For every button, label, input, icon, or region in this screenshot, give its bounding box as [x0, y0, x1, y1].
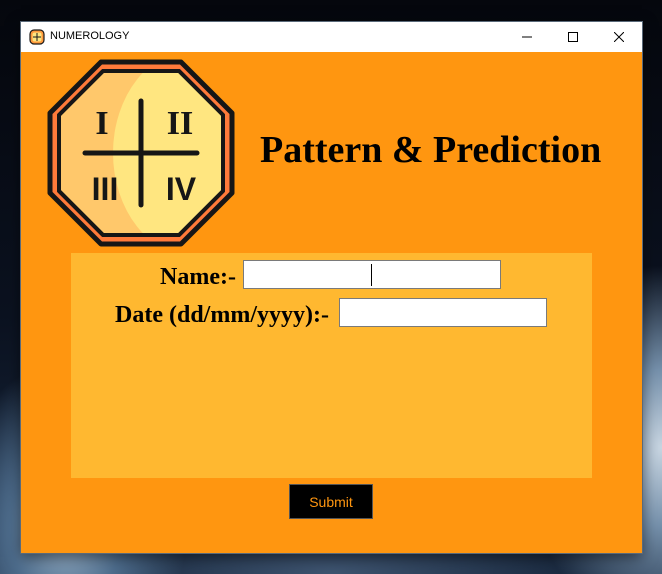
numeral-iii: III — [92, 171, 119, 207]
submit-button[interactable]: Submit — [289, 484, 373, 519]
numeral-iv: IV — [166, 171, 197, 207]
app-window: NUMEROLOGY I II III IV Pattern & Predict… — [21, 22, 642, 553]
minimize-icon — [522, 36, 532, 38]
name-label: Name:- — [160, 264, 236, 290]
page-title: Pattern & Prediction — [260, 129, 602, 171]
title-bar[interactable]: NUMEROLOGY — [21, 22, 642, 52]
numeral-i: I — [95, 105, 108, 142]
maximize-icon — [568, 32, 578, 42]
minimize-button[interactable] — [504, 22, 550, 52]
app-icon — [29, 29, 45, 45]
form-panel: Name:- Date (dd/mm/yyyy):- — [71, 253, 592, 478]
close-button[interactable] — [596, 22, 642, 52]
date-label: Date (dd/mm/yyyy):- — [115, 302, 329, 328]
roman-numerals-clock-icon: I II III IV — [47, 59, 235, 247]
close-icon — [614, 32, 624, 42]
app-content: I II III IV Pattern & Prediction Name:- … — [21, 52, 642, 553]
date-input[interactable] — [339, 298, 547, 327]
maximize-button[interactable] — [550, 22, 596, 52]
numeral-ii: II — [167, 105, 193, 142]
name-input[interactable] — [243, 260, 501, 289]
text-cursor — [371, 264, 372, 286]
window-title: NUMEROLOGY — [50, 30, 130, 42]
